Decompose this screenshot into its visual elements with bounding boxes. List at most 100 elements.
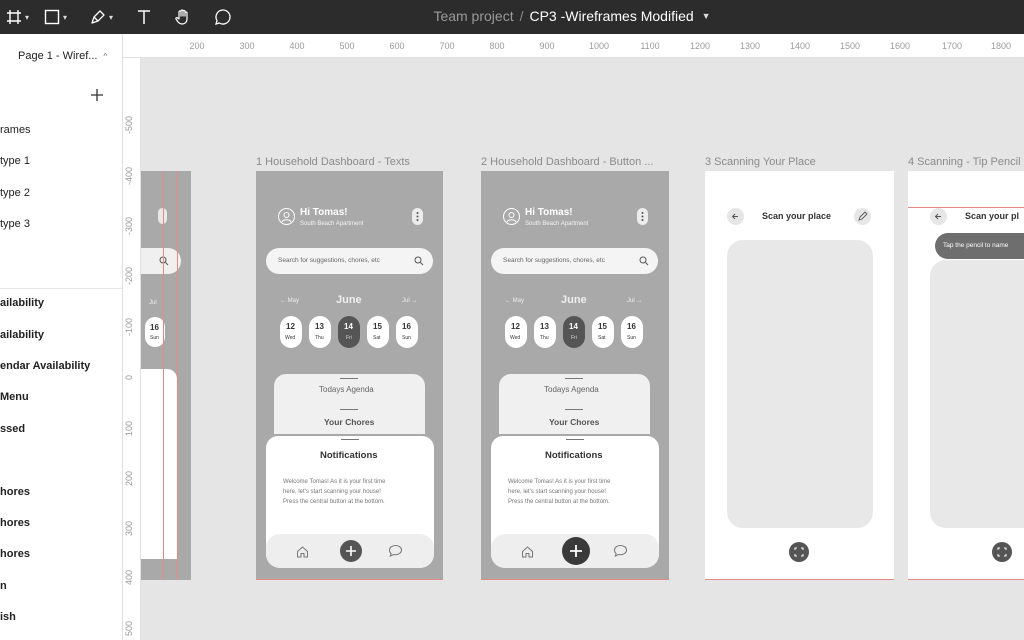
- back-button[interactable]: [930, 208, 947, 225]
- scan-button[interactable]: [789, 542, 809, 562]
- search-icon: [159, 256, 169, 266]
- guide-line: [163, 171, 164, 580]
- frame-label[interactable]: 2 Household Dashboard - Button ...: [481, 156, 653, 168]
- search-icon: [414, 256, 424, 266]
- layer-item[interactable]: ish: [0, 611, 16, 623]
- more-button[interactable]: [412, 208, 423, 225]
- ruler-tick: 1600: [889, 41, 911, 51]
- day-name: Wed: [510, 335, 521, 341]
- day-number: 16: [402, 322, 411, 331]
- agenda-card[interactable]: Todays Agenda Your Chores: [499, 374, 650, 434]
- avatar[interactable]: [503, 208, 520, 225]
- home-icon[interactable]: [296, 545, 309, 558]
- frame-label[interactable]: 4 Scanning - Tip Pencil: [908, 156, 1021, 168]
- day-pill[interactable]: 13 Thu: [309, 316, 331, 348]
- ruler-tick: -100: [124, 317, 134, 336]
- day-pill[interactable]: 16 Sun: [396, 316, 418, 348]
- frame-partial[interactable]: Jul 16 Sun: [141, 171, 191, 580]
- notifications-title: Notifications: [545, 450, 603, 461]
- add-page-icon[interactable]: [90, 88, 104, 102]
- team-project-link[interactable]: Team project: [433, 8, 513, 24]
- avatar[interactable]: [278, 208, 295, 225]
- drag-handle: [566, 439, 584, 440]
- notifications-card[interactable]: Notifications Welcome Tomas! As it is yo…: [266, 436, 434, 568]
- day-pill-selected[interactable]: 14 Fri: [563, 316, 585, 348]
- ruler-tick: 500: [124, 620, 134, 636]
- chores-title: Your Chores: [549, 417, 600, 427]
- frame-scanning-tip-pencil[interactable]: Scan your pl Tap the pencil to name: [908, 171, 1024, 580]
- camera-viewport: [930, 260, 1024, 528]
- chat-icon[interactable]: [613, 544, 628, 558]
- month-nav-next[interactable]: Jul: [149, 300, 157, 306]
- frame-scanning-your-place[interactable]: Scan your place: [705, 171, 894, 580]
- add-button[interactable]: [562, 537, 590, 565]
- month-prev[interactable]: ← May: [505, 298, 524, 304]
- layer-item[interactable]: n: [0, 580, 7, 592]
- day-pill[interactable]: 13 Thu: [534, 316, 556, 348]
- layer-item[interactable]: hores: [0, 486, 30, 498]
- ruler-tick: -400: [124, 166, 134, 185]
- page-item[interactable]: type 2: [0, 187, 30, 199]
- greeting: Hi Tomas!: [300, 207, 348, 218]
- frame-household-dashboard-texts[interactable]: Hi Tomas! South Beach Apartment Search f…: [256, 171, 443, 580]
- chevron-down-icon[interactable]: ▼: [702, 11, 711, 21]
- page-item[interactable]: type 1: [0, 155, 30, 167]
- frame-label[interactable]: 3 Scanning Your Place: [705, 156, 816, 168]
- day-pill[interactable]: 16 Sun: [145, 317, 165, 347]
- layer-item[interactable]: endar Availability: [0, 360, 90, 372]
- agenda-card[interactable]: Todays Agenda Your Chores: [274, 374, 425, 434]
- more-vertical-icon: [641, 212, 644, 221]
- day-pill[interactable]: 16 Sun: [621, 316, 643, 348]
- search-input[interactable]: Search for suggestions, chores, etc: [266, 248, 433, 274]
- canvas[interactable]: Jul 16 Sun 1 Household Dashboard - Texts…: [141, 58, 1024, 640]
- month-next[interactable]: Jul →: [402, 298, 417, 304]
- ruler-tick: 100: [124, 420, 134, 436]
- day-pill-selected[interactable]: 14 Fri: [338, 316, 360, 348]
- day-pill[interactable]: 15 Sat: [367, 316, 389, 348]
- frame-household-dashboard-button[interactable]: Hi Tomas! South Beach Apartment Search f…: [481, 171, 669, 580]
- page-selector[interactable]: Page 1 - Wiref... ^: [18, 50, 107, 62]
- page-item[interactable]: type 3: [0, 218, 30, 230]
- breadcrumb-separator: /: [519, 8, 524, 24]
- vertical-ruler: -500 -400 -300 -200 -100 0 100 200 300 4…: [123, 58, 141, 640]
- edit-button[interactable]: [854, 208, 871, 225]
- file-name[interactable]: CP3 -Wireframes Modified: [529, 8, 693, 24]
- notification-text-line: Welcome Tomas! As it is your first time: [508, 479, 611, 485]
- month-prev-label: May: [287, 298, 300, 304]
- scan-button[interactable]: [992, 542, 1012, 562]
- guide-line: [177, 171, 178, 580]
- layer-item[interactable]: Menu: [0, 391, 29, 403]
- drag-handle: [340, 378, 358, 379]
- ruler-tick: 700: [439, 41, 455, 51]
- home-icon[interactable]: [521, 545, 534, 558]
- month-next[interactable]: Jul →: [627, 298, 642, 304]
- tooltip-text: Tap the pencil to name: [943, 242, 1009, 249]
- day-number: 16: [627, 322, 636, 331]
- day-pill[interactable]: 15 Sat: [592, 316, 614, 348]
- layer-item[interactable]: ailability: [0, 329, 44, 341]
- search-bar[interactable]: [141, 248, 181, 274]
- layer-item[interactable]: ssed: [0, 423, 25, 435]
- toolbar: ▾ ▾ ▾ Team project / CP3 -Wireframes Modif…: [0, 0, 1024, 34]
- ruler-tick: 900: [539, 41, 555, 51]
- guide-line: [908, 579, 1024, 580]
- back-button[interactable]: [727, 208, 744, 225]
- frame-label[interactable]: 1 Household Dashboard - Texts: [256, 156, 410, 168]
- day-number: 15: [373, 322, 382, 331]
- page-item[interactable]: rames: [0, 124, 31, 136]
- add-button[interactable]: [340, 540, 362, 562]
- day-pill[interactable]: 12 Wed: [505, 316, 527, 348]
- notifications-card[interactable]: Notifications Welcome Tomas! As it is yo…: [491, 436, 659, 568]
- search-input[interactable]: Search for suggestions, chores, etc: [491, 248, 658, 274]
- more-button[interactable]: [637, 208, 648, 225]
- layer-item[interactable]: hores: [0, 548, 30, 560]
- ruler-tick: 1400: [789, 41, 811, 51]
- chat-icon[interactable]: [388, 544, 403, 558]
- layer-item[interactable]: hores: [0, 517, 30, 529]
- day-pill[interactable]: 12 Wed: [280, 316, 302, 348]
- layer-item[interactable]: ailability: [0, 297, 44, 309]
- month-prev[interactable]: ← May: [280, 298, 299, 304]
- scan-title: Scan your pl: [965, 211, 1020, 221]
- day-number: 13: [315, 322, 324, 331]
- ruler-tick: 1700: [941, 41, 963, 51]
